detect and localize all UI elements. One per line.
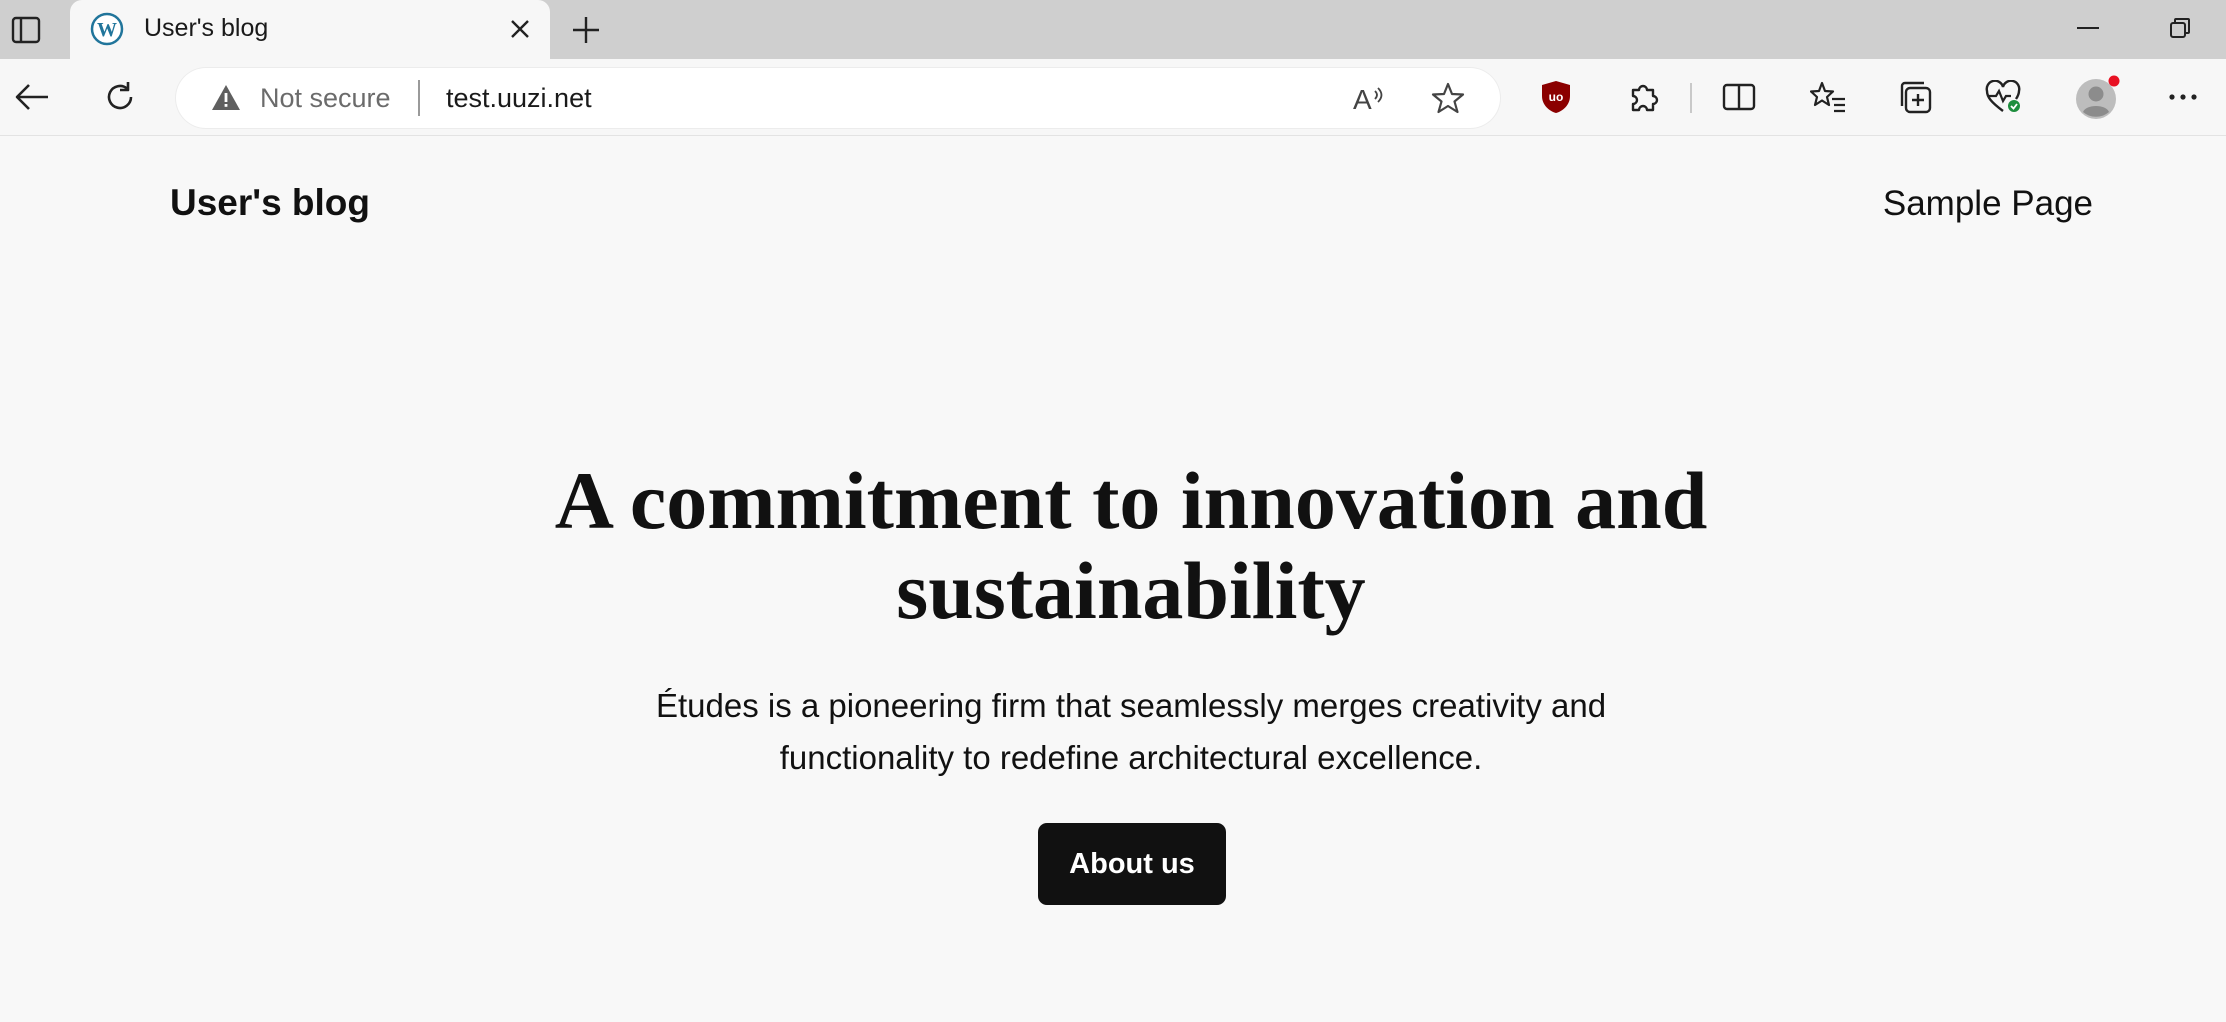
hero-subtitle-line-1: Études is a pioneering firm that seamles…	[655, 687, 1607, 724]
browser-toolbar: Not secure test.uuzi.net A uo	[0, 59, 2226, 136]
site-title[interactable]: User's blog	[170, 182, 370, 224]
toolbar-divider	[1690, 83, 1692, 113]
about-us-button[interactable]: About us	[1038, 823, 1226, 905]
star-icon[interactable]	[1428, 78, 1468, 118]
security-status[interactable]: Not secure	[260, 83, 391, 114]
hero-subtitle-line-2: functionality to redefine architectural …	[779, 739, 1483, 776]
close-icon[interactable]	[502, 11, 538, 47]
refresh-icon[interactable]	[94, 71, 146, 123]
profile-avatar-icon[interactable]	[2072, 71, 2124, 123]
plus-icon[interactable]	[564, 8, 608, 52]
hero-title-line-1: A commitment to innovation and	[554, 455, 1708, 546]
read-aloud-icon[interactable]: A	[1348, 78, 1388, 118]
svg-text:W: W	[97, 19, 117, 41]
active-tab[interactable]: W User's blog	[70, 0, 550, 60]
address-divider	[418, 80, 420, 116]
favorites-list-icon[interactable]	[1802, 71, 1854, 123]
tab-bar: W User's blog	[0, 0, 2226, 60]
address-bar[interactable]: Not secure test.uuzi.net A	[176, 68, 1500, 128]
minimize-icon[interactable]	[2058, 6, 2118, 50]
url-text[interactable]: test.uuzi.net	[446, 83, 592, 114]
wordpress-icon: W	[90, 12, 124, 46]
split-screen-icon[interactable]	[1713, 71, 1765, 123]
restore-icon[interactable]	[2150, 6, 2210, 50]
hero-title-line-2: sustainability	[896, 545, 1366, 636]
tab-title: User's blog	[144, 14, 269, 42]
more-icon[interactable]	[2157, 71, 2209, 123]
hero-title: A commitment to innovation and sustainab…	[0, 456, 2226, 636]
ublock-shield-icon[interactable]: uo	[1530, 71, 1582, 123]
back-arrow-icon[interactable]	[6, 71, 58, 123]
nav-sample-page[interactable]: Sample Page	[1883, 184, 2093, 224]
collections-icon[interactable]	[1890, 71, 1942, 123]
heartbeat-icon[interactable]	[1978, 71, 2030, 123]
hero-subtitle: Études is a pioneering firm that seamles…	[0, 680, 2226, 784]
puzzle-icon[interactable]	[1618, 71, 1670, 123]
svg-text:uo: uo	[1549, 90, 1564, 104]
tab-actions-icon[interactable]	[6, 10, 46, 50]
svg-text:A: A	[1353, 84, 1372, 113]
warning-icon[interactable]	[210, 82, 242, 114]
